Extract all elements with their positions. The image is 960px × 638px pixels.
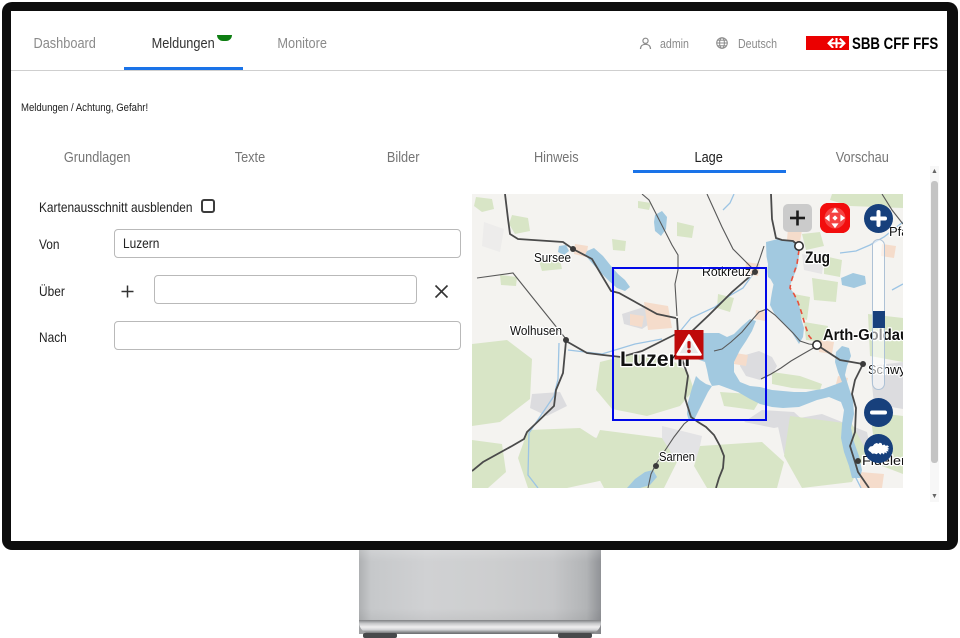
svg-text:Rotkreuz: Rotkreuz (702, 264, 751, 279)
svg-text:Arth-Goldau: Arth-Goldau (823, 327, 903, 344)
svg-text:Sarnen: Sarnen (659, 449, 695, 464)
svg-text:Zug: Zug (805, 248, 830, 267)
svg-text:Wolhusen: Wolhusen (510, 323, 562, 338)
svg-text:Sursee: Sursee (534, 250, 571, 265)
